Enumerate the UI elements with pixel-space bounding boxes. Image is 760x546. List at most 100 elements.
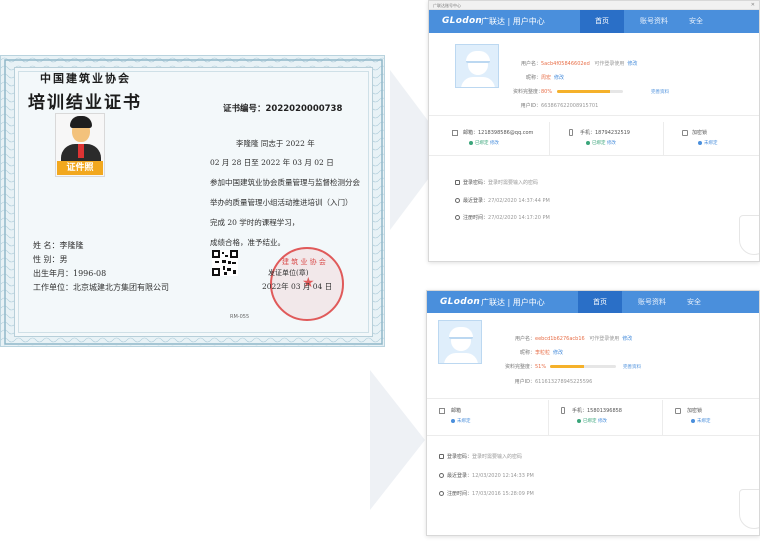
userid-row: 用户ID：611613278945225596 bbox=[507, 378, 593, 385]
avatar-body-shape bbox=[461, 77, 495, 87]
seal-ring-text: 建 筑 业 协 会 bbox=[282, 258, 326, 266]
profile-section: 用户名：5acb4f05846602ed 可作登录使用 修改 昵称：周宏 修改 资料… bbox=[429, 34, 759, 116]
register-time-label: 注册时间： bbox=[463, 215, 489, 221]
username-note: 可作登录使用 bbox=[594, 61, 625, 67]
login-password-label: 登录密码 bbox=[447, 454, 468, 460]
seal-issuer: 发证单位(章) bbox=[268, 269, 309, 277]
email-value: 邮箱：1218398586@qq.com bbox=[463, 130, 534, 136]
top-navbar: GLodon 广联达 | 用户中心 首页 账号资料 安全 bbox=[427, 291, 759, 313]
tab-home[interactable]: 首页 bbox=[580, 10, 624, 33]
nickname-label: 昵称： bbox=[525, 75, 541, 81]
close-icon[interactable]: ✕ bbox=[751, 2, 755, 8]
edit-nickname-link[interactable]: 修改 bbox=[553, 350, 563, 356]
lock-device-icon bbox=[675, 408, 681, 414]
edit-phone-link[interactable]: 修改 bbox=[598, 419, 607, 424]
brand-logo[interactable]: GLodon bbox=[440, 297, 480, 307]
bound-dot-icon bbox=[586, 140, 590, 145]
userid-value: 663867622008915701 bbox=[541, 103, 599, 109]
shield-icon bbox=[739, 215, 759, 255]
completeness-row: 资料完整度：51% bbox=[499, 363, 546, 370]
email-value: 邮箱 bbox=[451, 408, 462, 414]
certificate-body-line: 参加中国建筑业协会质量管理与监督检测分会 bbox=[210, 178, 360, 187]
phone-status: 已绑定 修改 bbox=[577, 418, 607, 424]
photo-label: 证件照 bbox=[57, 161, 103, 175]
nickname-value: 李粒粒 bbox=[535, 350, 551, 356]
username-note: 可作登录使用 bbox=[589, 336, 620, 342]
nickname-row: 昵称：周宏 修改 bbox=[513, 74, 564, 81]
phone-icon bbox=[561, 407, 565, 414]
tab-account-info[interactable]: 账号资料 bbox=[627, 291, 677, 313]
edit-email-link[interactable]: 修改 bbox=[490, 141, 499, 146]
nickname-value: 周宏 bbox=[541, 75, 552, 81]
register-time-row: 注册时间：27/02/2020 14:17:20 PM bbox=[455, 214, 550, 221]
certificate-body-line: 完成 20 学时的课程学习， bbox=[210, 218, 300, 227]
avatar[interactable] bbox=[455, 44, 499, 88]
phone-status-text: 已绑定 bbox=[592, 141, 606, 146]
phone-status-text: 已绑定 bbox=[583, 419, 597, 424]
mail-icon bbox=[452, 130, 458, 136]
encrypt-status-text: 未绑定 bbox=[704, 141, 718, 146]
last-login-label: 最近登录： bbox=[463, 198, 489, 204]
register-time-label: 注册时间： bbox=[447, 491, 473, 497]
login-icon bbox=[455, 180, 460, 185]
edit-nickname-link[interactable]: 修改 bbox=[554, 75, 564, 81]
clock-icon bbox=[439, 491, 444, 496]
avatar[interactable] bbox=[438, 320, 482, 364]
encrypt-lock-label: 加密锁 bbox=[692, 130, 708, 136]
unbound-dot-icon bbox=[698, 140, 702, 145]
register-time-value: 17/03/2016 15:28:09 PM bbox=[472, 491, 534, 497]
collage: 中国建筑业协会 培训结业证书 证件照 姓 名：李隆隆 性 别：男 出生年月：19… bbox=[0, 0, 760, 546]
register-time-value: 27/02/2020 14:17:20 PM bbox=[488, 215, 550, 221]
edit-phone-link[interactable]: 修改 bbox=[607, 141, 616, 146]
last-login-time: 27/02/2020 14:37:44 PM bbox=[488, 198, 550, 204]
top-navbar: GLodon 广联达 | 用户中心 首页 账号资料 安全 bbox=[429, 10, 759, 33]
phone-value: 手机：18794232519 bbox=[580, 130, 630, 136]
nickname-label: 昵称： bbox=[519, 350, 535, 356]
avatar-body-shape bbox=[444, 353, 478, 363]
phone-icon bbox=[569, 129, 573, 136]
last-login-label: 最近登录： bbox=[447, 473, 473, 479]
certificate-org: 中国建筑业协会 bbox=[40, 72, 131, 85]
certificate-body-line: 李隆隆 同志于 2022 年 bbox=[236, 139, 315, 148]
login-password-desc: 登录时需要输入的密码 bbox=[472, 454, 523, 460]
userid-label: 用户ID： bbox=[514, 379, 535, 385]
qr-code-icon bbox=[212, 250, 238, 276]
email-status-text: 未绑定 bbox=[457, 419, 471, 424]
completeness-bar bbox=[550, 365, 616, 368]
username-value: 5acb4f05846602ed bbox=[541, 61, 590, 67]
tab-account-info[interactable]: 账号资料 bbox=[629, 10, 679, 33]
avatar-helmet-shape bbox=[466, 51, 490, 63]
completeness-bar bbox=[557, 90, 623, 93]
profile-section: 用户名：eebcd1b6276acb16 可作登录使用 修改 昵称：李粒粒 修改 资… bbox=[427, 315, 759, 399]
completeness-bar-fill bbox=[557, 90, 610, 93]
encrypt-status-text: 未绑定 bbox=[697, 419, 711, 424]
last-login-row: 最近登录：27/02/2020 14:37:44 PM bbox=[455, 197, 550, 204]
nickname-row: 昵称：李粒粒 修改 bbox=[507, 349, 563, 356]
window-title: 广联达账号中心 bbox=[433, 3, 461, 8]
seal-date: 2022年 03 月 04 日 bbox=[262, 282, 333, 291]
account-panel-2: GLodon 广联达 | 用户中心 首页 账号资料 安全 用户名：eebcd1b… bbox=[426, 290, 760, 536]
phone-value: 手机：15801396858 bbox=[572, 408, 622, 414]
certificate-title: 培训结业证书 bbox=[28, 93, 142, 113]
photo-hair-shape bbox=[70, 116, 92, 128]
edit-username-link[interactable]: 修改 bbox=[622, 336, 632, 342]
tab-security[interactable]: 安全 bbox=[679, 10, 713, 33]
location-icon bbox=[455, 198, 460, 203]
complete-profile-link[interactable]: 完善资料 bbox=[623, 364, 641, 370]
tab-home[interactable]: 首页 bbox=[578, 291, 622, 313]
complete-profile-link[interactable]: 完善资料 bbox=[651, 89, 669, 95]
clock-icon bbox=[455, 215, 460, 220]
email-status: 未绑定 bbox=[451, 418, 471, 424]
tab-security[interactable]: 安全 bbox=[677, 291, 711, 313]
userid-label: 用户ID： bbox=[520, 103, 541, 109]
photo-tie-shape bbox=[78, 144, 84, 158]
mail-icon bbox=[439, 408, 445, 414]
binding-section: 邮箱：1218398586@qq.com 已绑定 修改 手机：187942325… bbox=[429, 122, 759, 156]
window-titlebar: 广联达账号中心 ✕ bbox=[429, 1, 759, 10]
brand-logo[interactable]: GLodon bbox=[442, 16, 482, 26]
username-label: 用户名： bbox=[514, 336, 535, 342]
login-password-row: 登录密码：登录时需要输入的密码 bbox=[439, 453, 522, 460]
register-time-row: 注册时间：17/03/2016 15:28:09 PM bbox=[439, 490, 534, 497]
phone-status: 已绑定 修改 bbox=[586, 140, 616, 146]
edit-username-link[interactable]: 修改 bbox=[627, 61, 637, 67]
